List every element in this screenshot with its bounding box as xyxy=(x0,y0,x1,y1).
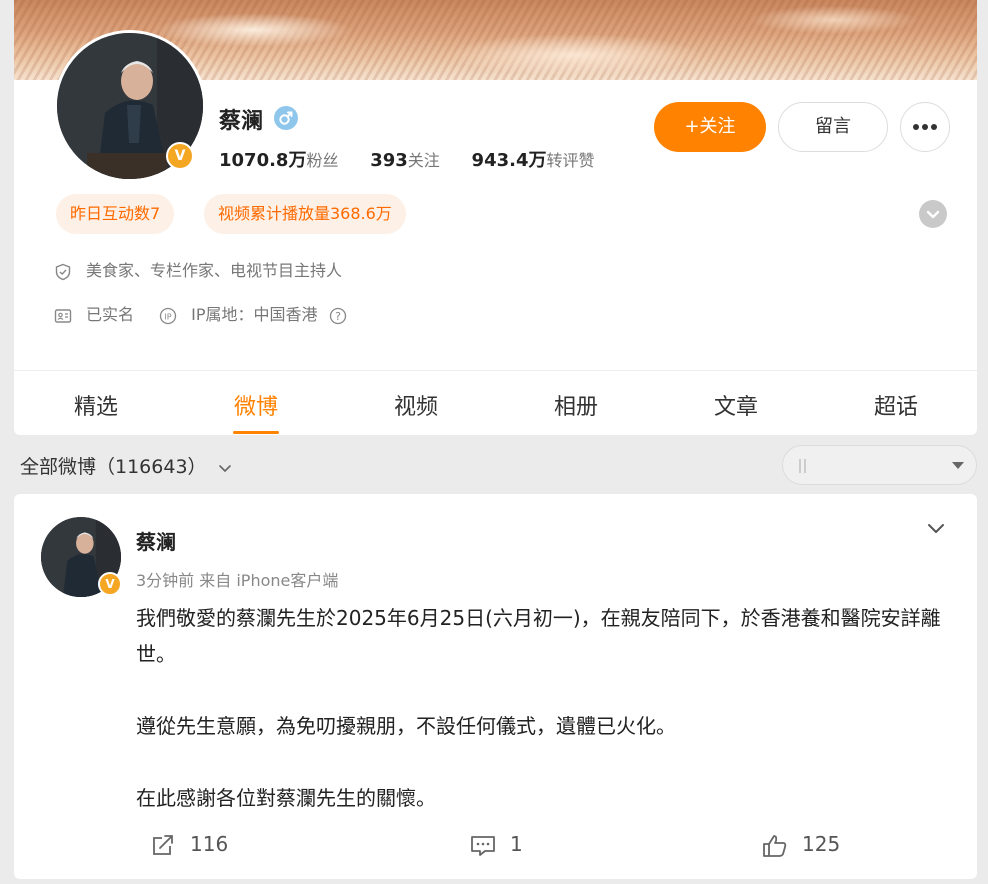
ip-location: IP IP属地：中国香港 ? xyxy=(159,305,346,324)
like-button[interactable]: 125 xyxy=(762,832,840,858)
verification-row: 已实名 IP IP属地：中国香港 ? xyxy=(54,301,347,325)
profile-tabs: 精选 微博 视频 相册 文章 超话 xyxy=(14,371,977,435)
profile-card: V 蔡澜 1070.8万粉丝 393关注 943.4万转评赞 +关注 留言 昨日… xyxy=(14,0,977,435)
post-body: 我們敬愛的蔡瀾先生於2025年6月25日(六月初一)，在親友陪同下，於香港養和醫… xyxy=(136,600,951,816)
ip-icon: IP xyxy=(159,307,177,324)
video-plays-pill[interactable]: 视频累计播放量368.6万 xyxy=(204,194,406,234)
expand-info-button[interactable] xyxy=(919,200,947,228)
tab-super-topics[interactable]: 超话 xyxy=(856,389,936,421)
active-tab-indicator xyxy=(233,431,279,434)
real-name-label: 已实名 xyxy=(86,305,135,324)
tab-weibo[interactable]: 微博 xyxy=(216,389,296,421)
post-verified-badge: V xyxy=(98,572,122,596)
repost-button[interactable]: 116 xyxy=(150,832,228,858)
chevron-down-icon xyxy=(928,524,944,533)
dropdown-arrow-icon[interactable] xyxy=(951,461,965,471)
message-button[interactable]: 留言 xyxy=(778,102,888,152)
repost-icon xyxy=(153,834,173,855)
male-icon xyxy=(274,106,298,130)
profile-name: 蔡澜 xyxy=(219,109,264,134)
following-label[interactable]: 关注 xyxy=(408,151,440,170)
svg-text:IP: IP xyxy=(165,312,172,321)
tab-albums[interactable]: 相册 xyxy=(536,389,616,421)
comment-button[interactable]: 1 xyxy=(470,832,523,858)
more-button[interactable] xyxy=(900,102,950,152)
chevron-down-icon xyxy=(926,210,940,219)
repost-count: 116 xyxy=(190,832,229,856)
comment-icon xyxy=(471,835,495,856)
followers-count[interactable]: 1070.8万 xyxy=(219,150,306,171)
profile-stats: 1070.8万粉丝 393关注 943.4万转评赞 xyxy=(219,146,621,172)
feed-filter-dropdown[interactable]: 全部微博（116643） xyxy=(20,452,233,479)
ip-label: IP属地：中国香港 xyxy=(191,305,318,324)
following-count[interactable]: 393 xyxy=(370,150,408,171)
engagement-count: 943.4万 xyxy=(471,150,547,171)
bio-row: 美食家、专栏作家、电视节目主持人 xyxy=(54,257,342,281)
search-icon xyxy=(799,459,806,473)
search-input[interactable] xyxy=(823,455,937,477)
follow-button[interactable]: +关注 xyxy=(654,102,766,152)
tab-articles[interactable]: 文章 xyxy=(696,389,776,421)
post-menu-button[interactable] xyxy=(924,516,948,540)
help-icon[interactable]: ? xyxy=(329,307,347,325)
comment-count: 1 xyxy=(510,832,523,856)
profile-avatar[interactable]: V xyxy=(54,30,206,182)
more-icon xyxy=(913,124,937,130)
chevron-down-icon xyxy=(218,464,231,472)
verified-badge: V xyxy=(166,142,194,170)
shield-icon xyxy=(55,263,71,280)
post-author-name[interactable]: 蔡澜 xyxy=(136,526,176,555)
like-icon xyxy=(763,834,787,857)
id-card-icon xyxy=(54,308,72,323)
tab-featured[interactable]: 精选 xyxy=(56,389,136,421)
tab-videos[interactable]: 视频 xyxy=(376,389,456,421)
bio-text: 美食家、专栏作家、电视节目主持人 xyxy=(86,261,343,280)
feed-filter-label: 全部微博（116643） xyxy=(20,456,207,478)
post-paragraph: 我們敬愛的蔡瀾先生於2025年6月25日(六月初一)，在親友陪同下，於香港養和醫… xyxy=(136,606,941,666)
daily-interactions-pill[interactable]: 昨日互动数7 xyxy=(56,194,175,234)
feed-search-box[interactable] xyxy=(782,445,977,485)
svg-text:?: ? xyxy=(335,310,341,323)
engagement-label: 转评赞 xyxy=(546,151,595,170)
post-paragraph: 遵從先生意願，為免叨擾親朋，不設任何儀式，遺體已火化。 xyxy=(136,714,676,738)
post-card: V 蔡澜 3分钟前 来自 iPhone客户端 我們敬愛的蔡瀾先生於2025年6月… xyxy=(14,494,977,879)
post-paragraph: 在此感謝各位對蔡瀾先生的關懷。 xyxy=(136,786,436,810)
like-count: 125 xyxy=(802,832,841,856)
post-meta: 3分钟前 来自 iPhone客户端 xyxy=(136,571,339,590)
followers-label[interactable]: 粉丝 xyxy=(306,151,338,170)
